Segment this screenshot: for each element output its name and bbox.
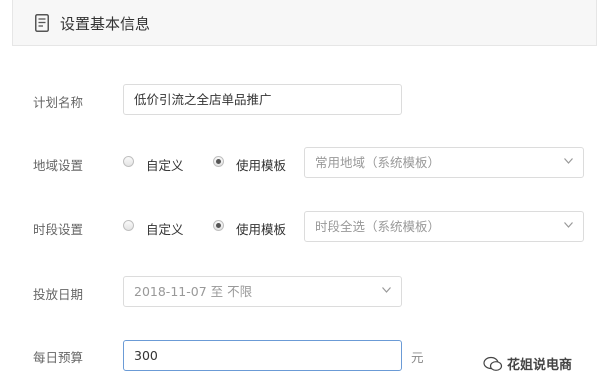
budget-unit: 元: [411, 350, 424, 365]
region-custom-label: 自定义: [146, 158, 184, 173]
region-label: 地域设置: [33, 158, 84, 173]
time-select-value: 时段全选（系统模板）: [315, 219, 441, 234]
time-template-select[interactable]: 时段全选（系统模板）: [304, 211, 584, 242]
chevron-down-icon: [564, 222, 573, 228]
region-template-label: 使用模板: [236, 158, 287, 173]
region-template-radio[interactable]: [213, 156, 224, 167]
chevron-down-icon: [564, 158, 573, 164]
region-custom-radio[interactable]: [123, 156, 134, 167]
section-title: 设置基本信息: [60, 15, 151, 33]
document-icon: [35, 14, 49, 32]
time-template-radio[interactable]: [213, 220, 224, 231]
time-custom-radio[interactable]: [123, 220, 134, 231]
date-label: 投放日期: [33, 287, 84, 302]
time-slot-label: 时段设置: [33, 222, 84, 237]
region-select-value: 常用地域（系统模板）: [315, 155, 441, 170]
budget-input[interactable]: 300: [123, 340, 402, 371]
wechat-icon: [483, 356, 503, 371]
plan-name-input[interactable]: 低价引流之全店单品推广: [123, 84, 402, 115]
time-custom-label: 自定义: [146, 222, 184, 237]
date-range-select[interactable]: 2018-11-07 至 不限: [123, 276, 402, 307]
region-template-select[interactable]: 常用地域（系统模板）: [304, 147, 584, 178]
plan-name-label: 计划名称: [33, 95, 84, 110]
watermark-text: 花姐说电商: [507, 358, 573, 373]
time-template-label: 使用模板: [236, 222, 287, 237]
section-header: 设置基本信息: [12, 0, 597, 46]
budget-label: 每日预算: [33, 350, 84, 365]
date-range-value: 2018-11-07 至 不限: [134, 284, 253, 299]
chevron-down-icon: [382, 287, 391, 293]
